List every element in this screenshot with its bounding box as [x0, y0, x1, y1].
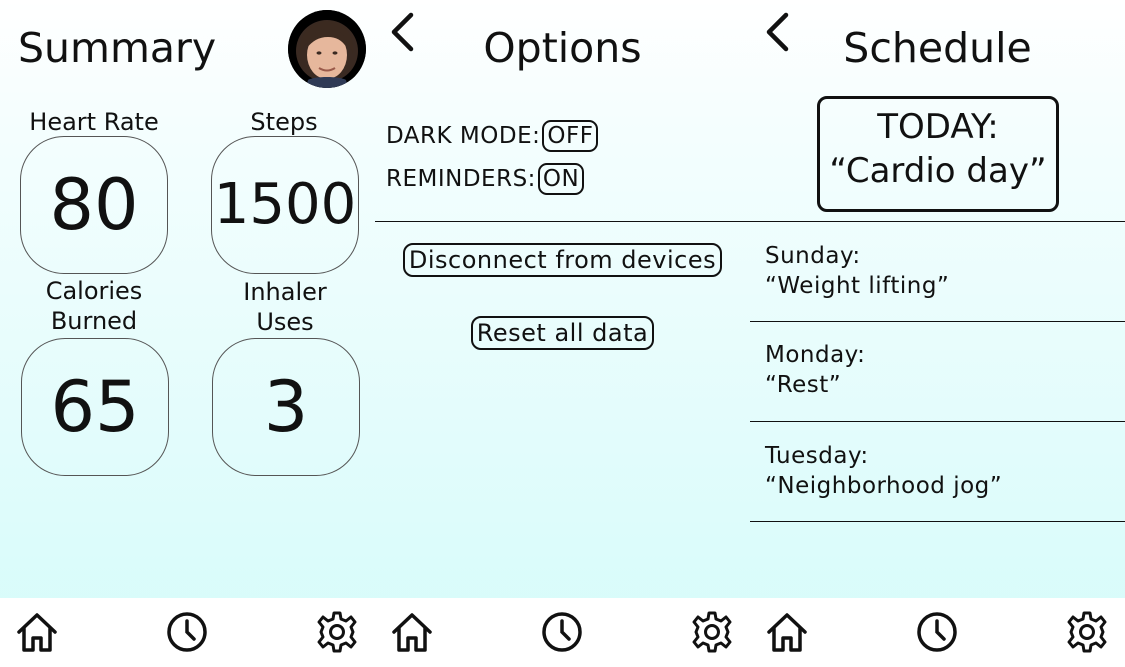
today-card[interactable]: TODAY: “Cardio day”	[817, 96, 1059, 212]
schedule-day: Monday:	[765, 342, 866, 368]
schedule-activity: “Weight lifting”	[765, 273, 950, 299]
reminders-toggle[interactable]: ON	[537, 163, 585, 195]
disconnect-button[interactable]: Disconnect from devices	[402, 243, 723, 277]
clock-icon	[917, 612, 957, 652]
divider	[750, 221, 1125, 222]
home-button[interactable]	[15, 610, 59, 654]
divider	[750, 321, 1125, 322]
today-activity: “Cardio day”	[829, 151, 1047, 191]
schedule-button[interactable]	[915, 610, 959, 654]
schedule-button[interactable]	[540, 610, 584, 654]
heart-rate-value[interactable]: 80	[20, 136, 168, 274]
divider	[750, 421, 1125, 422]
calories-label-line1: Calories	[45, 277, 143, 305]
schedule-screen: Schedule TODAY: “Cardio day” Sunday: “We…	[750, 0, 1125, 667]
home-icon	[392, 613, 432, 652]
calories-value[interactable]: 65	[21, 338, 169, 476]
steps-label: Steps	[250, 108, 318, 136]
page-title: Summary	[18, 24, 217, 72]
schedule-activity: “Rest”	[765, 372, 842, 398]
reset-data-button[interactable]: Reset all data	[470, 316, 655, 350]
inhaler-label-line1: Inhaler	[243, 278, 327, 306]
page-title: Schedule	[843, 24, 1032, 72]
disconnect-row: Disconnect from devices	[375, 243, 750, 277]
inhaler-value[interactable]: 3	[212, 338, 360, 476]
profile-photo	[288, 10, 366, 88]
avatar[interactable]	[288, 10, 366, 88]
divider	[750, 521, 1125, 522]
inhaler-label: Inhaler Uses	[210, 277, 360, 337]
gear-icon	[317, 611, 357, 653]
gear-icon	[1067, 611, 1107, 653]
bottom-nav	[750, 598, 1125, 667]
settings-button[interactable]	[1065, 610, 1109, 654]
settings-button[interactable]	[690, 610, 734, 654]
schedule-item[interactable]: Tuesday: “Neighborhood jog”	[765, 441, 1002, 501]
summary-screen: Summary Heart Rate 80 Steps 1500 Calorie…	[0, 0, 375, 667]
home-icon	[767, 613, 807, 652]
schedule-day: Tuesday:	[765, 443, 869, 469]
schedule-activity: “Neighborhood jog”	[765, 473, 1003, 499]
dark-mode-toggle[interactable]: OFF	[542, 120, 599, 152]
today-label: TODAY:	[877, 107, 999, 147]
home-icon	[17, 613, 57, 652]
schedule-day: Sunday:	[765, 243, 861, 269]
gear-icon	[692, 611, 732, 653]
reminders-label: REMINDERS:	[386, 166, 536, 192]
heart-rate-label: Heart Rate	[29, 108, 159, 136]
bottom-nav	[375, 598, 750, 667]
calories-label-line2: Burned	[50, 307, 138, 335]
divider	[375, 221, 750, 222]
home-button[interactable]	[390, 610, 434, 654]
steps-value[interactable]: 1500	[211, 136, 359, 274]
clock-icon	[542, 612, 582, 652]
home-button[interactable]	[765, 610, 809, 654]
calories-label: Calories Burned	[19, 276, 169, 336]
dark-mode-label: DARK MODE:	[386, 123, 541, 149]
schedule-item[interactable]: Monday: “Rest”	[765, 340, 865, 400]
schedule-item[interactable]: Sunday: “Weight lifting”	[765, 241, 949, 301]
dark-mode-row: DARK MODE: OFF	[386, 119, 599, 153]
settings-button[interactable]	[315, 610, 359, 654]
clock-icon	[167, 612, 207, 652]
inhaler-label-line2: Uses	[256, 308, 314, 336]
schedule-button[interactable]	[165, 610, 209, 654]
page-title: Options	[483, 24, 642, 72]
bottom-nav	[0, 598, 375, 667]
reminders-row: REMINDERS: ON	[386, 162, 585, 196]
options-screen: Options DARK MODE: OFF REMINDERS: ON Disco…	[375, 0, 750, 667]
reset-row: Reset all data	[375, 316, 750, 350]
